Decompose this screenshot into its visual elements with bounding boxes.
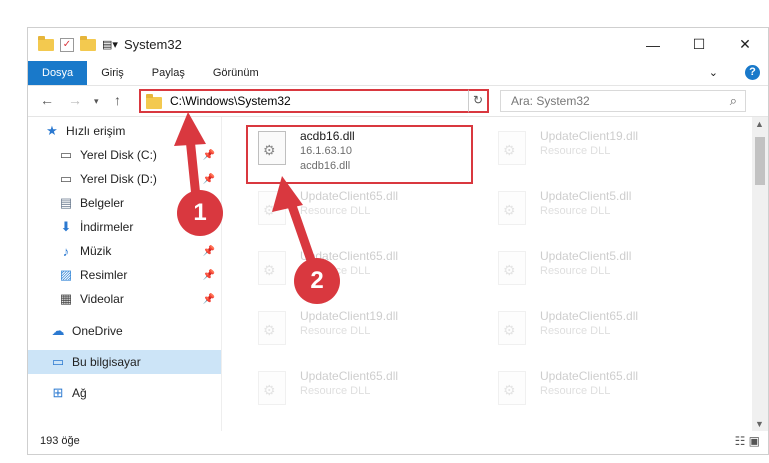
callout-badge-1: 1 <box>177 190 223 236</box>
callout-badge-2: 2 <box>294 258 340 304</box>
arrow-1-shaft <box>185 133 201 202</box>
annotation-arrows <box>174 112 318 271</box>
arrow-2-head <box>272 176 303 212</box>
arrow-2-shaft <box>285 195 318 271</box>
arrow-1-head <box>174 112 206 146</box>
